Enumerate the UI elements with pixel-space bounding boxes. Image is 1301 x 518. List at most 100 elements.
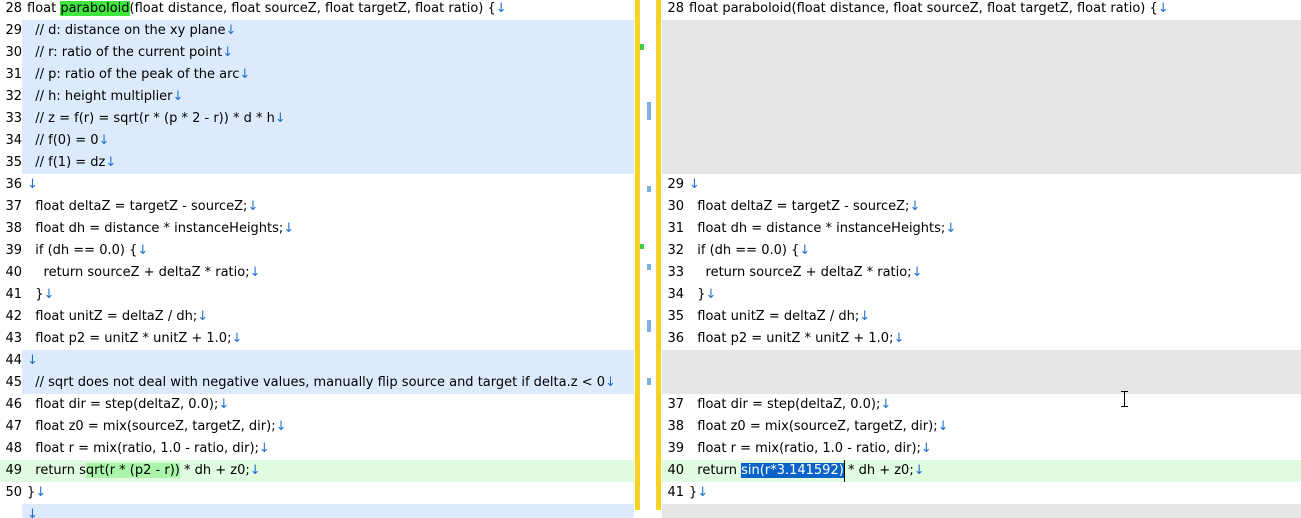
text-cursor-icon [1120, 391, 1129, 407]
code-text[interactable]: float dir = step(deltaZ, 0.0);↓ [689, 394, 1301, 416]
line-end-icon: ↓ [495, 1, 507, 16]
code-line[interactable]: 42 float unitZ = deltaZ / dh;↓ [0, 306, 634, 328]
code-text[interactable]: return sqrt(r * (p2 - r)) * dh + z0;↓ [27, 460, 634, 482]
code-text[interactable]: }↓ [689, 482, 1301, 504]
code-line[interactable]: 43 float p2 = unitZ * unitZ + 1.0;↓ [0, 328, 634, 350]
line-end-icon: ↓ [945, 221, 957, 236]
code-text[interactable]: return sin(r*3.141592) * dh + z0;↓ [689, 460, 1301, 482]
code-line[interactable]: 44 ↓ [0, 350, 634, 372]
code-line[interactable]: 29 ↓ [662, 174, 1301, 196]
code-line[interactable]: 32 if (dh == 0.0) {↓ [662, 240, 1301, 262]
code-line[interactable]: 34 }↓ [662, 284, 1301, 306]
code-line[interactable]: 33 // z = f(r) = sqrt(r * (p * 2 - r)) *… [0, 108, 634, 130]
code-text[interactable]: float unitZ = deltaZ / dh;↓ [689, 306, 1301, 328]
code-line[interactable]: 35 // f(1) = dz↓ [0, 152, 634, 174]
line-number: 29 [667, 177, 684, 192]
code-text[interactable]: float dh = distance * instanceHeights;↓ [689, 218, 1301, 240]
code-line[interactable]: 37 float deltaZ = targetZ - sourceZ;↓ [0, 196, 634, 218]
code-line[interactable]: 30 float deltaZ = targetZ - sourceZ;↓ [662, 196, 1301, 218]
line-end-icon: ↓ [222, 45, 234, 60]
code-line[interactable]: ↓ [0, 504, 634, 518]
code-line[interactable]: 28 float paraboloid(float distance, float… [0, 0, 634, 20]
line-end-icon: ↓ [218, 397, 230, 412]
code-text[interactable]: if (dh == 0.0) {↓ [689, 240, 1301, 262]
code-line[interactable]: 31 float dh = distance * instanceHeights… [662, 218, 1301, 240]
code-text[interactable]: // sqrt does not deal with negative valu… [27, 372, 634, 394]
code-line[interactable]: 36 ↓ [0, 174, 634, 196]
code-line[interactable]: 33 return sourceZ + deltaZ * ratio;↓ [662, 262, 1301, 284]
code-line[interactable]: 36 float p2 = unitZ * unitZ + 1.0;↓ [662, 328, 1301, 350]
code-line[interactable]: 41 }↓ [662, 482, 1301, 504]
right-editor-pane[interactable]: 28 float paraboloid(float distance, float… [662, 0, 1301, 518]
code-line[interactable]: 48 float r = mix(ratio, 1.0 - ratio, dir… [0, 438, 634, 460]
code-text[interactable]: // z = f(r) = sqrt(r * (p * 2 - r)) * d … [27, 108, 634, 130]
code-text[interactable]: if (dh == 0.0) {↓ [27, 240, 634, 262]
code-text[interactable]: float paraboloid(float distance, float s… [689, 0, 1301, 20]
line-number: 36 [667, 331, 684, 346]
code-text[interactable]: return sourceZ + deltaZ * ratio;↓ [689, 262, 1301, 284]
code-text[interactable]: // r: ratio of the current point↓ [27, 42, 634, 64]
code-text[interactable]: }↓ [27, 284, 634, 306]
line-number: 39 [667, 441, 684, 456]
code-line[interactable]: 34 // f(0) = 0↓ [0, 130, 634, 152]
code-line[interactable]: 30 // r: ratio of the current point↓ [0, 42, 634, 64]
code-line[interactable]: 47 float z0 = mix(sourceZ, targetZ, dir)… [0, 416, 634, 438]
code-line[interactable]: 29 // d: distance on the xy plane↓ [0, 20, 634, 42]
line-number: 41 [667, 485, 684, 500]
line-end-icon: ↓ [697, 485, 709, 500]
code-text[interactable]: return sourceZ + deltaZ * ratio;↓ [27, 262, 634, 284]
code-text[interactable]: float z0 = mix(sourceZ, targetZ, dir);↓ [27, 416, 634, 438]
code-line[interactable]: 49 return sqrt(r * (p2 - r)) * dh + z0;↓ [0, 460, 634, 482]
code-text[interactable]: }↓ [689, 284, 1301, 306]
line-number: 40 [5, 265, 22, 280]
code-line[interactable]: 28 float paraboloid(float distance, float… [662, 0, 1301, 20]
code-line[interactable]: 39 float r = mix(ratio, 1.0 - ratio, dir… [662, 438, 1301, 460]
code-line[interactable]: 38 float z0 = mix(sourceZ, targetZ, dir)… [662, 416, 1301, 438]
code-text[interactable]: float r = mix(ratio, 1.0 - ratio, dir);↓ [27, 438, 634, 460]
code-text[interactable]: ↓ [27, 350, 634, 372]
line-end-icon: ↓ [43, 287, 55, 302]
code-text[interactable]: float paraboloid(float distance, float s… [27, 0, 634, 20]
code-text[interactable]: float r = mix(ratio, 1.0 - ratio, dir);↓ [689, 438, 1301, 460]
code-text[interactable]: float deltaZ = targetZ - sourceZ;↓ [27, 196, 634, 218]
code-text[interactable]: }↓ [27, 482, 634, 504]
code-line[interactable]: 32 // h: height multiplier↓ [0, 86, 634, 108]
code-line[interactable]: 41 }↓ [0, 284, 634, 306]
code-text[interactable]: // f(0) = 0↓ [27, 130, 634, 152]
code-text[interactable]: float p2 = unitZ * unitZ + 1.0;↓ [689, 328, 1301, 350]
overview-mark [647, 320, 651, 332]
left-editor-pane[interactable]: 28 float paraboloid(float distance, float… [0, 0, 634, 518]
code-text[interactable]: float z0 = mix(sourceZ, targetZ, dir);↓ [689, 416, 1301, 438]
code-line[interactable]: 45 // sqrt does not deal with negative v… [0, 372, 634, 394]
line-end-icon: ↓ [247, 199, 259, 214]
code-line[interactable]: 40 return sin(r*3.141592) * dh + z0;↓ [662, 460, 1301, 482]
code-line[interactable]: 31 // p: ratio of the peak of the arc↓ [0, 64, 634, 86]
code-text[interactable]: // h: height multiplier↓ [27, 86, 634, 108]
code-line[interactable]: 35 float unitZ = deltaZ / dh;↓ [662, 306, 1301, 328]
diff-padding-row [662, 350, 1301, 372]
center-overview-ruler[interactable] [646, 0, 654, 510]
code-text[interactable]: // p: ratio of the peak of the arc↓ [27, 64, 634, 86]
code-line[interactable]: 50}↓ [0, 482, 634, 504]
line-end-icon: ↓ [231, 331, 243, 346]
code-text[interactable]: ↓ [689, 174, 1301, 196]
line-end-icon: ↓ [137, 243, 149, 258]
code-line[interactable]: 37 float dir = step(deltaZ, 0.0);↓ [662, 394, 1301, 416]
code-line[interactable]: 40 return sourceZ + deltaZ * ratio;↓ [0, 262, 634, 284]
diff-padding-row [662, 130, 1301, 152]
code-text[interactable]: float dh = distance * instanceHeights;↓ [27, 218, 634, 240]
code-text[interactable]: ↓ [27, 174, 634, 196]
code-text[interactable]: // d: distance on the xy plane↓ [27, 20, 634, 42]
code-text[interactable]: float p2 = unitZ * unitZ + 1.0;↓ [27, 328, 634, 350]
line-number: 32 [0, 86, 22, 108]
code-text[interactable]: float unitZ = deltaZ / dh;↓ [27, 306, 634, 328]
code-text[interactable]: // f(1) = dz↓ [27, 152, 634, 174]
code-line[interactable]: 38 float dh = distance * instanceHeights… [0, 218, 634, 240]
code-line[interactable]: 39 if (dh == 0.0) {↓ [0, 240, 634, 262]
code-line[interactable]: 46 float dir = step(deltaZ, 0.0);↓ [0, 394, 634, 416]
line-end-icon: ↓ [225, 23, 237, 38]
code-text[interactable]: ↓ [27, 504, 634, 518]
code-text[interactable]: float dir = step(deltaZ, 0.0);↓ [27, 394, 634, 416]
code-text[interactable]: float deltaZ = targetZ - sourceZ;↓ [689, 196, 1301, 218]
line-end-icon: ↓ [909, 199, 921, 214]
